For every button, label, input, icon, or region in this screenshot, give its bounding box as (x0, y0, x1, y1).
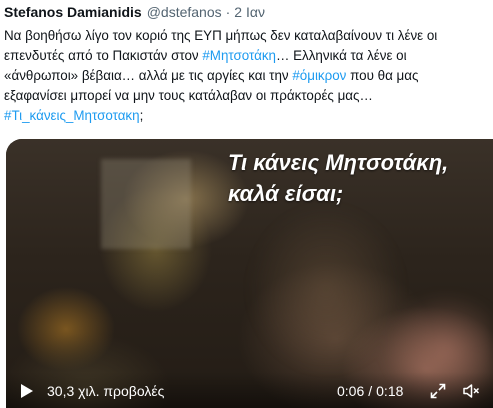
video-timecode: 0:06/0:18 (337, 383, 403, 399)
fullscreen-icon (430, 383, 446, 399)
text-segment: ; (139, 108, 144, 123)
video-controls: 30,3 χιλ. προβολές 0:06/0:18 (6, 372, 493, 408)
hashtag-link-omicron[interactable]: #όμικρον (292, 68, 346, 83)
play-button[interactable] (20, 383, 34, 399)
tweet: Stefanos Damianidis @dstefanos · 2 Ιαν Ν… (0, 0, 493, 408)
mute-button[interactable] (462, 382, 480, 400)
speaker-muted-icon (463, 384, 480, 398)
fullscreen-button[interactable] (430, 383, 446, 399)
text-segment: … Ελληνικά τα λένε οι (276, 48, 407, 63)
header-separator: · (225, 4, 231, 20)
tweet-text-line: εξαφανίσει μπορεί να μην τους κατάλαβαν … (4, 86, 492, 106)
text-segment: «άνθρωποι» βέβαια… αλλά με τις αργίες κα… (4, 68, 293, 83)
view-count: 30,3 χιλ. προβολές (47, 383, 165, 399)
text-segment: εξαφανίσει μπορεί να μην τους κατάλαβαν … (4, 88, 373, 103)
play-icon (21, 384, 33, 398)
author-name[interactable]: Stefanos Damianidis (4, 4, 142, 20)
time-separator: / (368, 383, 373, 399)
tweet-text-line: επενδυτές από το Πακιστάν στον #Μητσοτάκ… (4, 46, 492, 66)
text-segment: Να βοηθήσω λίγο τον κοριό της ΕΥΠ μήπως … (4, 28, 438, 43)
hashtag-link-ti-kaneis[interactable]: #Τι_κάνεις_Μητσοτακη (4, 108, 140, 123)
tweet-text-line: «άνθρωποι» βέβαια… αλλά με τις αργίες κα… (4, 66, 492, 86)
tweet-text-line: #Τι_κάνεις_Μητσοτακη; (4, 106, 492, 126)
tweet-header: Stefanos Damianidis @dstefanos · 2 Ιαν (4, 4, 265, 22)
current-time: 0:06 (337, 383, 365, 399)
video-caption-line: καλά είσαι; (228, 181, 344, 206)
video-duration: 0:18 (376, 383, 404, 399)
tweet-timestamp[interactable]: 2 Ιαν (234, 4, 265, 20)
hashtag-link-mitsotakis[interactable]: #Μητσοτάκη (202, 48, 276, 63)
tweet-text: Να βοηθήσω λίγο τον κοριό της ΕΥΠ μήπως … (4, 26, 492, 126)
video-player[interactable]: Τι κάνεις Μητσοτάκη, καλά είσαι; 30,3 χι… (6, 139, 493, 408)
video-frame-blur (101, 159, 191, 249)
tweet-text-line: Να βοηθήσω λίγο τον κοριό της ΕΥΠ μήπως … (4, 26, 492, 46)
video-caption-line: Τι κάνεις Μητσοτάκη, (228, 150, 449, 175)
author-handle[interactable]: @dstefanos (147, 4, 222, 20)
text-segment: που θα μας (346, 68, 419, 83)
video-caption-overlay: Τι κάνεις Μητσοτάκη, καλά είσαι; (228, 147, 493, 209)
text-segment: επενδυτές από το Πακιστάν στον (4, 48, 203, 63)
